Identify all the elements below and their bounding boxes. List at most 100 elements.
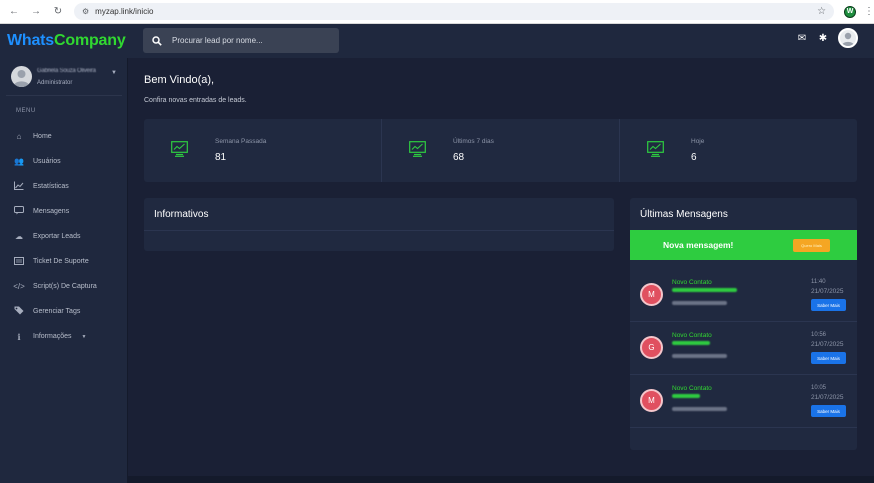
sidebar-item-scripts-captura[interactable]: </> Script(s) De Captura — [0, 274, 128, 299]
sidebar-item-label: Estatísticas — [33, 183, 69, 190]
contact-avatar: M — [640, 389, 663, 412]
stat-value: 81 — [215, 152, 227, 163]
contact-name: Novo Contato — [672, 279, 712, 286]
sidebar-item-mensagens[interactable]: Mensagens — [0, 199, 128, 224]
sidebar-item-label: Exportar Leads — [33, 233, 81, 240]
sidebar-nav: ⌂ Home 👥 Usuários Estatísticas Mensagens… — [0, 124, 128, 349]
logo-part-company: Company — [54, 32, 126, 49]
home-icon: ⌂ — [16, 132, 22, 141]
search-placeholder: Procurar lead por nome... — [172, 36, 263, 45]
forward-icon[interactable]: → — [30, 6, 42, 17]
footer-strip — [128, 476, 874, 483]
sidebar-item-label: Informações — [33, 333, 72, 340]
message-date: 21/07/2025 — [811, 288, 844, 295]
users-icon: 👥 — [14, 157, 24, 166]
redacted-phone — [672, 341, 710, 345]
ticket-icon — [13, 256, 25, 267]
sidebar-item-label: Script(s) De Captura — [33, 283, 97, 290]
redacted-message — [672, 301, 727, 305]
stat-semana-passada: Semana Passada 81 — [144, 119, 382, 182]
browser-toolbar: ← → ↻ ⚙ myzap.link/inicio ☆ W ⋮ — [0, 0, 874, 24]
address-text: myzap.link/inicio — [95, 7, 154, 16]
lead-search-input[interactable]: Procurar lead por nome... — [143, 28, 339, 53]
stats-panel: Semana Passada 81 Últimos 7 dias 68 Hoje… — [144, 119, 857, 182]
message-time: 10:05 — [811, 385, 827, 391]
sidebar-item-label: Gerenciar Tags — [33, 308, 81, 315]
browser-nav: ← → ↻ — [0, 6, 64, 17]
extension-icon[interactable]: W — [844, 5, 856, 18]
stat-hoje: Hoje 6 — [620, 119, 857, 182]
user-avatar-icon[interactable] — [838, 28, 858, 48]
user-profile[interactable]: Gabriela Souza Oliveira ▼ Administrator — [11, 66, 121, 96]
banner-text: Nova mensagem! — [663, 240, 734, 250]
chevron-down-icon: ▼ — [81, 333, 87, 340]
new-message-banner: Nova mensagem! Quero Mais — [630, 230, 857, 260]
sidebar-item-usuarios[interactable]: 👥 Usuários — [0, 149, 128, 174]
back-icon[interactable]: ← — [8, 6, 20, 17]
sidebar-item-home[interactable]: ⌂ Home — [0, 124, 128, 149]
latest-messages-card: Últimas Mensagens Nova mensagem! Quero M… — [630, 198, 857, 450]
site-settings-icon[interactable]: ⚙ — [82, 7, 89, 16]
bookmark-star-icon[interactable]: ☆ — [817, 6, 826, 17]
stat-value: 68 — [453, 152, 465, 163]
sidebar-item-label: Usuários — [33, 158, 61, 165]
stat-label: Últimos 7 dias — [453, 138, 494, 145]
app-header: WhatsCompany Procurar lead por nome... ✉… — [0, 24, 874, 58]
sidebar-item-label: Home — [33, 133, 52, 140]
latest-messages-title: Últimas Mensagens — [640, 209, 728, 220]
sidebar: Gabriela Souza Oliveira ▼ Administrator … — [0, 58, 128, 483]
message-item[interactable]: M Novo Contato 10:05 21/07/2025 Saber Ma… — [630, 376, 857, 428]
address-bar[interactable]: ⚙ myzap.link/inicio ☆ — [74, 3, 835, 20]
sidebar-item-gerenciar-tags[interactable]: Gerenciar Tags — [0, 299, 128, 324]
sidebar-item-informacoes[interactable]: i Informações ▼ — [0, 324, 128, 349]
cloud-download-icon: ☁ — [15, 232, 23, 241]
divider — [144, 230, 614, 231]
message-time: 11:40 — [811, 279, 826, 285]
stat-ultimos-7-dias: Últimos 7 dias 68 — [382, 119, 620, 182]
contact-name: Novo Contato — [672, 332, 712, 339]
saber-mais-button[interactable]: Saber Mais — [811, 352, 846, 364]
message-item[interactable]: G Novo Contato 10:56 21/07/2025 Saber Ma… — [630, 323, 857, 375]
reload-icon[interactable]: ↻ — [52, 6, 64, 17]
browser-menu-icon[interactable]: ⋮ — [864, 6, 874, 17]
monitor-chart-icon — [171, 141, 188, 157]
redacted-phone — [672, 288, 737, 292]
banner-button[interactable]: Quero Mais — [793, 239, 830, 252]
sidebar-item-estatisticas[interactable]: Estatísticas — [0, 174, 128, 199]
page-subtitle: Confira novas entradas de leads. — [144, 97, 247, 104]
tags-icon — [13, 306, 25, 317]
chevron-down-icon[interactable]: ▼ — [111, 70, 117, 76]
avatar — [11, 66, 32, 87]
search-icon — [152, 35, 162, 46]
stat-label: Semana Passada — [215, 138, 267, 145]
info-icon: i — [17, 331, 21, 342]
message-time: 10:56 — [811, 332, 827, 338]
saber-mais-button[interactable]: Saber Mais — [811, 405, 846, 417]
divider — [6, 95, 122, 96]
header-actions: ✉ ✱ — [796, 28, 858, 48]
chart-icon — [13, 181, 25, 192]
gear-icon[interactable]: ✱ — [817, 33, 829, 44]
informativos-card: Informativos — [144, 198, 614, 251]
message-icon — [13, 206, 25, 217]
message-date: 21/07/2025 — [811, 341, 844, 348]
redacted-message — [672, 407, 727, 411]
logo-part-whats: Whats — [7, 32, 55, 49]
contact-avatar: M — [640, 283, 663, 306]
app-logo[interactable]: WhatsCompany — [7, 32, 126, 50]
message-item[interactable]: M Novo Contato 11:40 21/07/2025 Saber Ma… — [630, 270, 857, 322]
stat-value: 6 — [691, 152, 697, 163]
stat-label: Hoje — [691, 138, 705, 145]
sidebar-item-exportar-leads[interactable]: ☁ Exportar Leads — [0, 224, 128, 249]
code-icon: </> — [13, 282, 25, 291]
redacted-message — [672, 354, 727, 358]
sidebar-item-label: Ticket De Suporte — [33, 258, 89, 265]
saber-mais-button[interactable]: Saber Mais — [811, 299, 846, 311]
user-name: Gabriela Souza Oliveira — [37, 68, 96, 74]
menu-heading: MENU — [16, 108, 36, 114]
user-role: Administrator — [37, 80, 73, 86]
envelope-icon[interactable]: ✉ — [796, 33, 808, 44]
monitor-chart-icon — [409, 141, 426, 157]
monitor-chart-icon — [647, 141, 664, 157]
sidebar-item-ticket-suporte[interactable]: Ticket De Suporte — [0, 249, 128, 274]
